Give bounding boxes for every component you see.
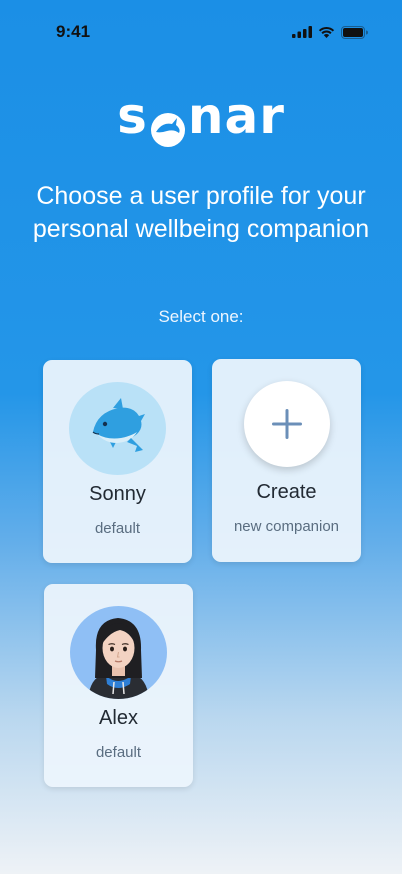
profile-subtitle: default [95, 744, 142, 761]
profile-name: Sonny [89, 483, 146, 505]
logo-text-start: s [117, 87, 148, 145]
sonar-logo-icon [150, 102, 186, 147]
status-time: 9:41 [56, 22, 91, 41]
status-bar: 9:41 [0, 0, 402, 60]
app-logo: s nar [0, 86, 402, 147]
select-instruction: Select one: [158, 307, 244, 326]
cellular-signal-icon [292, 26, 312, 38]
dolphin-avatar-icon [69, 382, 166, 475]
profile-subtitle: new companion [233, 518, 340, 535]
profile-subtitle: default [94, 520, 141, 537]
page-title: Choose a user profile for your personal … [32, 182, 370, 243]
create-button[interactable] [243, 381, 330, 467]
battery-icon [341, 25, 368, 39]
profile-name: Create [256, 481, 317, 503]
logo-text-end: nar [187, 87, 285, 145]
profile-name: Alex [99, 707, 138, 729]
status-icons [292, 24, 368, 40]
person-avatar-icon [70, 606, 167, 699]
profile-card-sonny[interactable]: Sonny default [43, 360, 192, 563]
create-companion-card[interactable]: Create new companion [212, 359, 361, 562]
profile-card-alex[interactable]: Alex default [44, 584, 193, 787]
wifi-icon [318, 26, 335, 38]
plus-icon [271, 409, 302, 439]
